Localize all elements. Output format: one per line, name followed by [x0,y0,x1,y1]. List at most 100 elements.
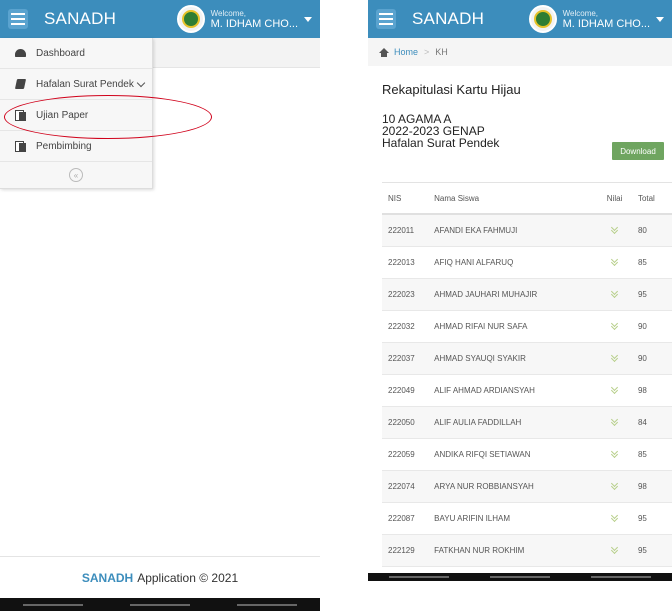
expand-chevron-icon[interactable] [611,482,619,490]
cell-student-name: AHMAD SYAUQI SYAKIR [430,342,596,375]
cell-nilai[interactable] [595,342,634,375]
expand-chevron-icon[interactable] [611,290,619,298]
table-row: 222059 ANDIKA RIFQI SETIAWAN 85 [382,438,672,471]
cell-nilai[interactable] [595,406,634,439]
cell-nis: 222129 [382,534,431,567]
expand-chevron-icon[interactable] [611,354,619,362]
table-row: 222037 AHMAD SYAUQI SYAKIR 90 [382,342,672,375]
brand-logo-text[interactable]: SANADH [412,9,484,29]
highlight-annotation-ellipse [4,95,212,139]
column-header-nis[interactable]: NIS [382,182,431,215]
cell-nilai[interactable] [595,278,634,311]
table-row: 222023 AHMAD JAUHARI MUHAJIR 95 [382,278,672,311]
school-logo-icon [533,10,552,28]
cell-student-name: AFIQ HANI ALFARUQ [430,246,596,279]
cell-nis: 222037 [382,342,431,375]
cell-student-name: ALIF AULIA FADDILLAH [430,406,596,439]
cell-nilai[interactable] [595,470,634,503]
table-row: 222013 AFIQ HANI ALFARUQ 85 [382,246,672,279]
column-header-nama-siswa[interactable]: Nama Siswa [430,182,596,215]
page-title: Rekapitulasi Kartu Hijau [382,82,521,97]
avatar [528,5,557,33]
breadcrumb-home-link[interactable]: Home [394,47,418,57]
download-button[interactable]: Download [612,142,664,160]
cell-student-name: AHMAD RIFAI NUR SAFA [430,310,596,343]
top-navbar: SANADH Welcome, M. IDHAM CHO... [368,0,672,38]
expand-chevron-icon[interactable] [611,386,619,394]
cell-total: 95 [633,502,672,535]
table-row: 222049 ALIF AHMAD ARDIANSYAH 98 [382,374,672,407]
chevron-down-icon [136,78,146,88]
cell-student-name: AHMAD JAUHARI MUHAJIR [430,278,596,311]
cell-nilai[interactable] [595,438,634,471]
brand-logo-text[interactable]: SANADH [44,9,116,29]
breadcrumb: Home > KH [368,38,672,66]
home-icon[interactable] [378,47,390,57]
cell-total: 95 [633,278,672,311]
expand-chevron-icon[interactable] [611,226,619,234]
breadcrumb-separator: > [424,47,430,57]
user-name: M. IDHAM CHO... [562,18,650,30]
sidebar-item-label: Pembimbing [36,140,92,152]
expand-chevron-icon[interactable] [611,514,619,522]
android-nav-bar [368,573,672,581]
collapse-sidebar-button[interactable]: « [69,168,83,182]
cell-nis: 222087 [382,502,431,535]
footer-brand: SANADH [81,571,134,585]
column-header-nilai[interactable]: Nilai [595,182,634,215]
user-name: M. IDHAM CHO... [210,18,298,30]
user-menu[interactable]: Welcome, M. IDHAM CHO... [176,0,320,38]
left-screen: SANADH Welcome, M. IDHAM CHO... Dashboar… [0,0,320,611]
cell-total: 85 [633,246,672,279]
cell-nilai[interactable] [595,502,634,535]
right-screen: SANADH Welcome, M. IDHAM CHO... Home > K… [368,0,672,581]
school-logo-icon [181,10,200,28]
avatar [176,5,205,33]
expand-chevron-icon[interactable] [611,450,619,458]
sidebar-item-label: Hafalan Surat Pendek [36,78,134,90]
table-row: 222074 ARYA NUR ROBBIANSYAH 98 [382,470,672,503]
menu-toggle-button[interactable] [0,0,36,38]
content-header-strip [152,38,320,68]
expand-chevron-icon[interactable] [611,322,619,330]
top-navbar: SANADH Welcome, M. IDHAM CHO... [0,0,320,38]
cell-student-name: ARYA NUR ROBBIANSYAH [430,470,596,503]
menu-toggle-button[interactable] [368,0,404,38]
column-header-total[interactable]: Total [633,182,672,215]
copy-icon [14,140,26,152]
sidebar-item-dashboard[interactable]: Dashboard [0,38,152,69]
cell-nis: 222013 [382,246,431,279]
table-body: 222011 AFANDI EKA FAHMUJI 80 222013 AFIQ HAN… [382,214,672,581]
caret-down-icon [304,16,312,22]
user-menu[interactable]: Welcome, M. IDHAM CHO... [528,0,672,38]
cell-nis: 222050 [382,406,431,439]
cell-nilai[interactable] [595,534,634,567]
cell-student-name: BAYU ARIFIN ILHAM [430,502,596,535]
breadcrumb-current: KH [435,47,448,57]
cell-total: 95 [633,534,672,567]
cell-student-name: ANDIKA RIFQI SETIAWAN [430,438,596,471]
app-footer: SANADH Application © 2021 [0,556,320,599]
cell-total: 85 [633,438,672,471]
table-row: 222011 AFANDI EKA FAHMUJI 80 [382,214,672,247]
cell-nilai[interactable] [595,246,634,279]
expand-chevron-icon[interactable] [611,258,619,266]
cell-total: 90 [633,342,672,375]
expand-chevron-icon[interactable] [611,546,619,554]
cell-nis: 222059 [382,438,431,471]
hamburger-icon [8,9,28,29]
cell-nilai[interactable] [595,214,634,247]
expand-chevron-icon[interactable] [611,418,619,426]
cell-student-name: AFANDI EKA FAHMUJI [430,214,596,247]
cell-nis: 222049 [382,374,431,407]
table-row: 222087 BAYU ARIFIN ILHAM 95 [382,502,672,535]
cell-nilai[interactable] [595,374,634,407]
hamburger-icon [376,9,396,29]
table-row: 222129 FATKHAN NUR ROKHIM 95 [382,534,672,567]
sidebar-item-label: Dashboard [36,47,85,59]
dashboard-icon [14,48,26,59]
cell-nis: 222011 [382,214,431,247]
table-row: 222050 ALIF AULIA FADDILLAH 84 [382,406,672,439]
cell-total: 98 [633,470,672,503]
cell-nilai[interactable] [595,310,634,343]
